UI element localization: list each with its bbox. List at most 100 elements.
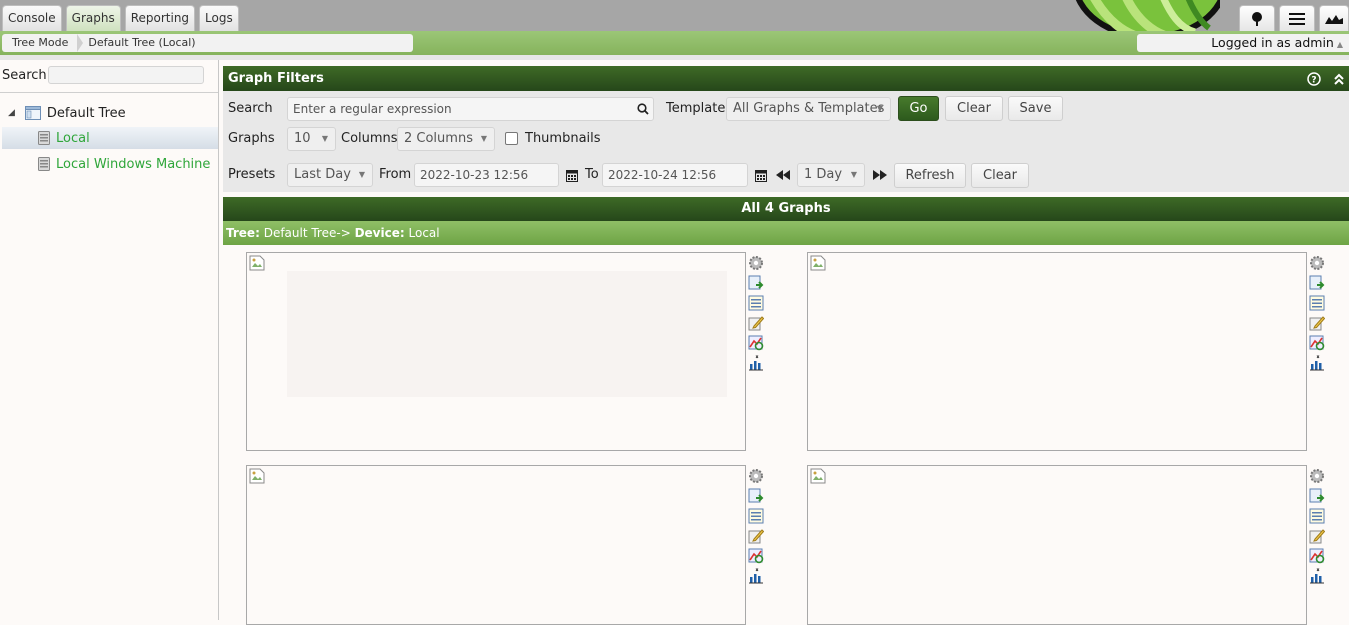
tab-console[interactable]: Console: [2, 5, 62, 31]
tab-logs[interactable]: Logs: [199, 5, 239, 31]
from-date-input[interactable]: 2022-10-23 12:56: [414, 163, 559, 187]
user-menu[interactable]: Logged in as admin ▲: [1137, 34, 1349, 52]
thumbnails-label[interactable]: Thumbnails: [525, 131, 601, 146]
graph-image[interactable]: [807, 465, 1307, 625]
tree-root-default-tree[interactable]: ◢ Default Tree: [8, 104, 126, 122]
mountain-graph-icon: [1325, 14, 1343, 24]
tree-root-label: Default Tree: [46, 105, 126, 121]
graph-image[interactable]: [807, 252, 1307, 451]
help-icon[interactable]: ?: [1307, 71, 1321, 86]
zoom-graph-icon[interactable]: [1309, 335, 1325, 351]
columns-value: 2 Columns: [404, 131, 473, 146]
search-label: Search: [228, 101, 273, 116]
login-status: Logged in as admin: [1211, 35, 1334, 50]
template-select[interactable]: All Graphs & Templates ▼: [726, 97, 891, 121]
tree-path-bar: Tree: Default Tree-> Device: Local: [223, 221, 1349, 245]
shift-right-icon[interactable]: [873, 170, 887, 180]
export-csv-icon[interactable]: [1309, 488, 1325, 504]
preview-view-button[interactable]: [1319, 5, 1349, 31]
tree-panel: Search ◢ Default Tree Local Local Window…: [0, 60, 219, 620]
search-icon[interactable]: [637, 103, 649, 115]
main-tabs: Console Graphs Reporting Logs: [2, 5, 239, 31]
zoom-graph-icon[interactable]: [1309, 548, 1325, 564]
broken-image-icon: [249, 255, 265, 271]
breadcrumb: Tree Mode Default Tree (Local): [2, 34, 413, 52]
columns-select[interactable]: 2 Columns ▼: [397, 127, 495, 151]
collapse-triangle-icon[interactable]: ◢: [8, 108, 15, 118]
gear-icon[interactable]: [1309, 468, 1325, 484]
realtime-graph-icon[interactable]: [1309, 568, 1325, 584]
tree-search-input[interactable]: [48, 66, 204, 84]
refresh-button[interactable]: Refresh: [894, 163, 966, 188]
tree-path-label: Tree:: [226, 226, 260, 240]
realtime-graph-icon[interactable]: [748, 568, 764, 584]
graph-filters-title: Graph Filters: [228, 71, 324, 86]
graph-list-icon[interactable]: [748, 295, 764, 311]
tab-reporting[interactable]: Reporting: [124, 5, 196, 31]
search-placeholder: Enter a regular expression: [293, 102, 452, 116]
list-view-button[interactable]: [1279, 5, 1315, 31]
timespan-value: 1 Day: [804, 167, 843, 182]
to-date-input[interactable]: 2022-10-24 12:56: [602, 163, 748, 187]
cacti-logo: [1075, 0, 1220, 31]
go-button[interactable]: Go: [898, 96, 939, 121]
thumbnails-checkbox[interactable]: [505, 132, 518, 145]
graph-filters-header: Graph Filters ?: [223, 66, 1349, 91]
tree-node-local[interactable]: Local: [2, 127, 218, 149]
graphs-label: Graphs: [228, 131, 275, 146]
calendar-icon[interactable]: [566, 169, 578, 182]
graph-placeholder: [287, 271, 727, 397]
graph-image[interactable]: [246, 252, 746, 451]
graph-image[interactable]: [246, 465, 746, 625]
presets-select[interactable]: Last Day ▼: [287, 163, 373, 187]
server-icon: [38, 157, 50, 171]
collapse-chevrons-icon[interactable]: [1333, 73, 1345, 85]
gear-icon[interactable]: [748, 468, 764, 484]
breadcrumb-bar: Tree Mode Default Tree (Local) Logged in…: [0, 31, 1349, 55]
graph-list-icon[interactable]: [748, 508, 764, 524]
graphs-per-page-select[interactable]: 10 ▼: [287, 127, 336, 151]
graph-list-icon[interactable]: [1309, 508, 1325, 524]
realtime-graph-icon[interactable]: [748, 355, 764, 371]
clear-timespan-button[interactable]: Clear: [971, 163, 1029, 188]
edit-graph-icon[interactable]: [1309, 315, 1325, 331]
clear-button[interactable]: Clear: [945, 96, 1003, 121]
timespan-select[interactable]: 1 Day ▼: [797, 163, 865, 187]
calendar-icon[interactable]: [755, 169, 767, 182]
tree-node-local-windows-machine[interactable]: Local Windows Machine: [2, 153, 218, 175]
presets-label: Presets: [228, 167, 276, 182]
shift-left-icon[interactable]: [776, 170, 790, 180]
caret-up-icon: ▲: [1336, 40, 1343, 49]
tree-view-button[interactable]: [1239, 5, 1275, 31]
columns-label: Columns: [341, 131, 398, 146]
tab-graphs[interactable]: Graphs: [65, 5, 121, 31]
broken-image-icon: [249, 468, 265, 484]
edit-graph-icon[interactable]: [1309, 528, 1325, 544]
export-csv-icon[interactable]: [1309, 275, 1325, 291]
export-csv-icon[interactable]: [748, 275, 764, 291]
edit-graph-icon[interactable]: [748, 528, 764, 544]
tree-node-label: Local Windows Machine: [56, 156, 211, 172]
tree-divider: [0, 92, 218, 93]
graph-count-header: All 4 Graphs: [223, 197, 1349, 221]
gear-icon[interactable]: [748, 255, 764, 271]
dropdown-caret-icon: ▼: [321, 134, 328, 143]
tree-search-label: Search: [2, 68, 47, 83]
presets-value: Last Day: [294, 167, 351, 182]
tree-folder-icon: [24, 106, 41, 120]
edit-graph-icon[interactable]: [748, 315, 764, 331]
breadcrumb-tree-mode[interactable]: Tree Mode: [2, 34, 84, 52]
gear-icon[interactable]: [1309, 255, 1325, 271]
top-bar: Console Graphs Reporting Logs: [0, 0, 1349, 31]
template-value: All Graphs & Templates: [733, 101, 885, 116]
graph-list-icon[interactable]: [1309, 295, 1325, 311]
search-input[interactable]: Enter a regular expression: [287, 97, 654, 121]
tree-icon: [1252, 11, 1262, 26]
export-csv-icon[interactable]: [748, 488, 764, 504]
zoom-graph-icon[interactable]: [748, 548, 764, 564]
zoom-graph-icon[interactable]: [748, 335, 764, 351]
breadcrumb-default-tree[interactable]: Default Tree (Local): [78, 34, 205, 52]
save-button[interactable]: Save: [1008, 96, 1063, 121]
svg-text:?: ?: [1311, 75, 1316, 85]
realtime-graph-icon[interactable]: [1309, 355, 1325, 371]
